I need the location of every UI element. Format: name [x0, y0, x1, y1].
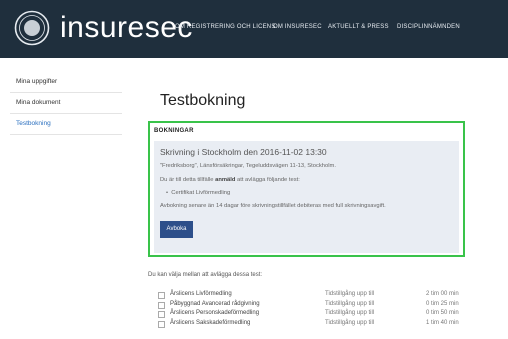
- nav-disciplinnamnden[interactable]: DISCIPLINNÄMNDEN: [397, 24, 460, 30]
- bookings-panel: BOKNINGAR Skrivning i Stockholm den 2016…: [148, 121, 465, 257]
- test-checkbox[interactable]: [158, 311, 165, 318]
- test-duration: 0 tim 50 min: [426, 310, 459, 316]
- brand-wordmark[interactable]: insuresec: [60, 10, 193, 46]
- nav-aktuellt-press[interactable]: AKTUELLT & PRESS: [328, 24, 389, 30]
- test-duration: 2 tim 00 min: [426, 291, 459, 297]
- test-availability: Tidstillgång upp till: [325, 291, 375, 297]
- test-name: Påbyggnad Avancerad rådgivning: [170, 300, 260, 307]
- sidebar-nav: Mina uppgifter Mina dokument Testbokning: [10, 72, 122, 135]
- test-row: Årslicens Personskadeförmedling Tidstill…: [148, 310, 468, 320]
- booking-location: "Fredriksborg", Länsförsäkringar, Tegelu…: [160, 163, 336, 169]
- test-row: Årslicens Sakskadeförmedling Tidstillgån…: [148, 320, 468, 330]
- available-tests-list: Årslicens Livförmedling Tidstillgång upp…: [148, 291, 468, 329]
- test-name: Årslicens Sakskadeförmedling: [170, 319, 251, 326]
- test-duration: 0 tim 25 min: [426, 300, 459, 307]
- cancellation-note: Avbokning senare än 14 dagar före skrivn…: [160, 203, 386, 209]
- sidebar-item-mina-dokument[interactable]: Mina dokument: [10, 93, 122, 114]
- choose-tests-intro: Du kan välja mellan att avlägga dessa te…: [148, 272, 263, 278]
- nav-registrering-licens[interactable]: OM REGISTRERING OCH LICENS: [175, 24, 276, 30]
- site-header: insuresec OM REGISTRERING OCH LICENS OM …: [0, 0, 508, 58]
- booking-event-title: Skrivning i Stockholm den 2016-11-02 13:…: [160, 147, 327, 157]
- test-checkbox[interactable]: [158, 320, 165, 328]
- booked-test-item: • Certifikat Livförmedling: [166, 190, 231, 196]
- cancel-booking-button[interactable]: Avboka: [160, 221, 193, 238]
- test-checkbox[interactable]: [158, 301, 165, 309]
- test-name: Årslicens Personskadeförmedling: [170, 310, 260, 316]
- sidebar-item-mina-uppgifter[interactable]: Mina uppgifter: [10, 72, 122, 93]
- test-availability: Tidstillgång upp till: [325, 310, 375, 316]
- sidebar-item-testbokning[interactable]: Testbokning: [10, 114, 122, 135]
- test-duration: 1 tim 40 min: [426, 319, 459, 326]
- test-checkbox[interactable]: [158, 292, 165, 299]
- test-row: Påbyggnad Avancerad rådgivning Tidstillg…: [148, 301, 468, 311]
- booking-card: Skrivning i Stockholm den 2016-11-02 13:…: [154, 141, 459, 253]
- test-row: Årslicens Livförmedling Tidstillgång upp…: [148, 291, 468, 301]
- test-name: Årslicens Livförmedling: [170, 291, 232, 297]
- bookings-heading: BOKNINGAR: [154, 128, 194, 134]
- booking-registered-text: Du är till detta tillfälle anmäld att av…: [160, 177, 300, 183]
- test-availability: Tidstillgång upp till: [325, 319, 375, 326]
- page-title: Testbokning: [160, 92, 246, 109]
- test-availability: Tidstillgång upp till: [325, 300, 375, 307]
- nav-om-insuresec[interactable]: OM INSURESEC: [273, 24, 322, 30]
- insuresec-seal-logo[interactable]: [14, 10, 50, 46]
